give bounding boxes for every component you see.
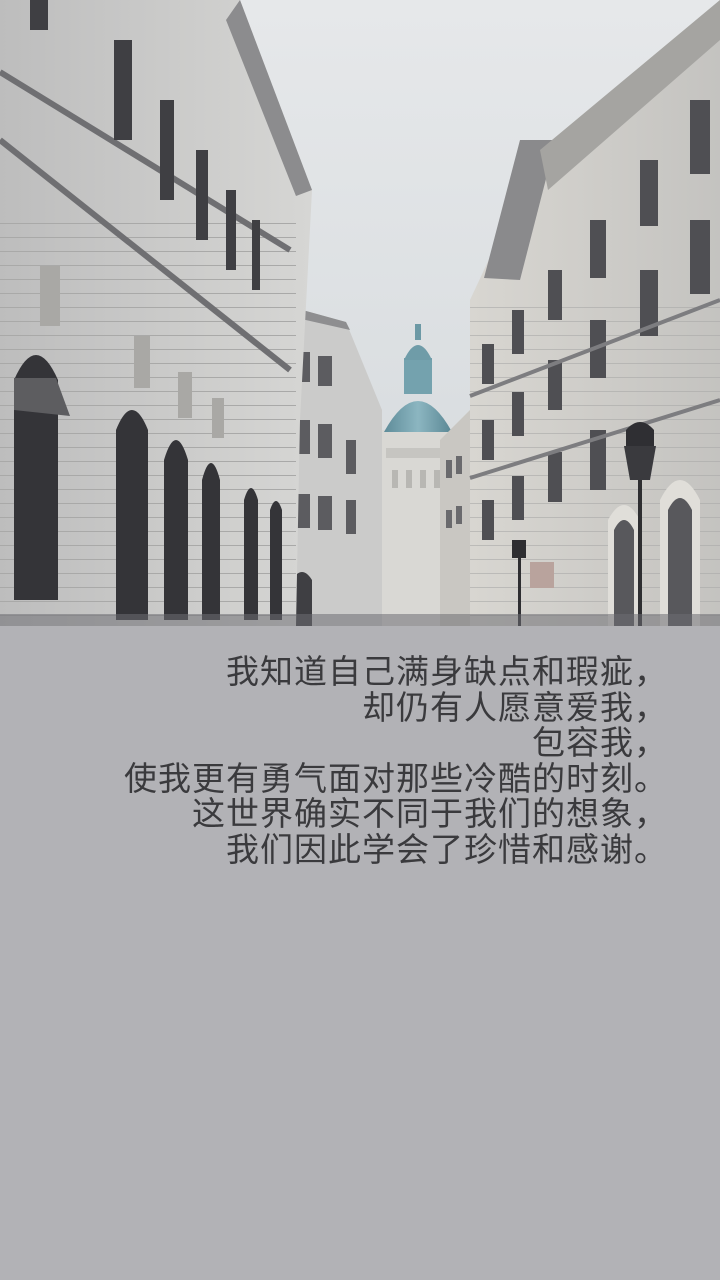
- poem-line: 这世界确实不同于我们的想象，: [192, 794, 668, 833]
- poem-line: 包容我，: [532, 723, 668, 762]
- poem-line: 却仍有人愿意爱我，: [362, 687, 668, 727]
- wallpaper-page: 我知道自己满身缺点和瑕疵， 却仍有人愿意爱我， 包容我， 使我更有勇气面对那些冷…: [0, 0, 720, 1280]
- poem-line: 我知道自己满身缺点和瑕疵，: [226, 652, 668, 691]
- right-distant-buildings: [440, 410, 470, 626]
- poem-line: 我们因此学会了珍惜和感谢。: [226, 829, 668, 869]
- poem-text: 我知道自己满身缺点和瑕疵， 却仍有人愿意爱我， 包容我， 使我更有勇气面对那些冷…: [124, 654, 668, 867]
- street-scene-photo: [0, 0, 720, 626]
- poem-line: 使我更有勇气面对那些冷酷的时刻。: [124, 758, 668, 798]
- left-building: [0, 0, 312, 626]
